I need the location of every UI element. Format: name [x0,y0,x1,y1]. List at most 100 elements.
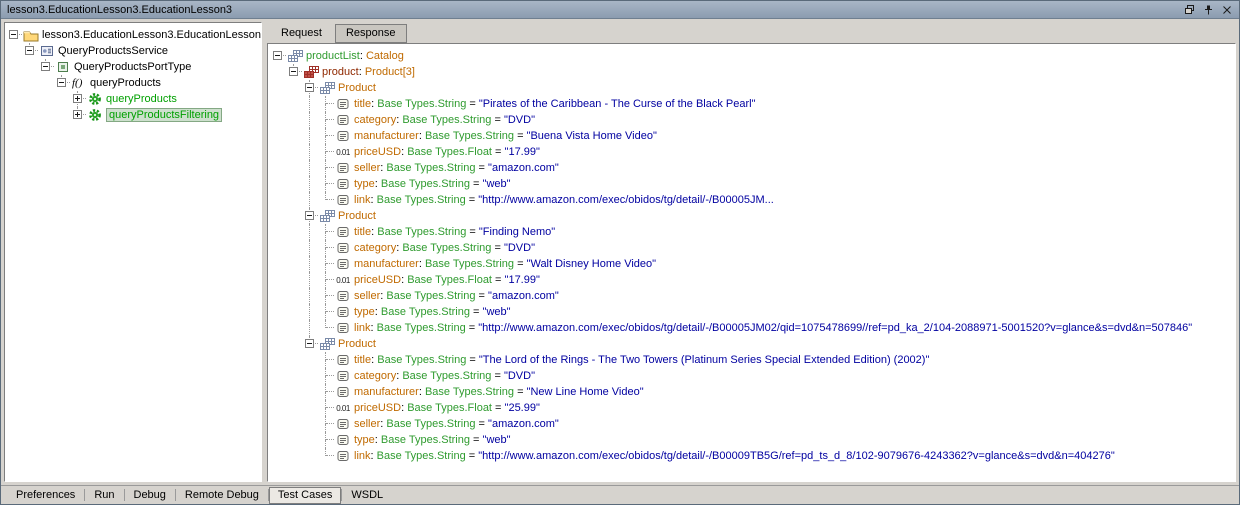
label: = [475,418,489,430]
window-title: lesson3.EducationLesson3.EducationLesson… [7,3,233,16]
tree-guide [270,208,286,224]
tree-guide [302,288,318,304]
tree-guide [302,416,318,432]
node-field-category[interactable]: category: Base Types.String = "DVD" [270,240,1233,256]
expander-minus-icon[interactable] [54,75,70,91]
label: lesson3.EducationLesson3.EducationLesson… [42,29,262,41]
window-float-icon[interactable] [1181,3,1197,17]
label: Base Types.String [377,98,467,110]
string-field-icon [334,160,352,176]
tree-guide [318,176,334,192]
tree-guide [270,64,286,80]
expander-minus-icon[interactable] [302,336,318,352]
tree-guide [270,176,286,192]
node-product-array[interactable]: product: Product[3] [270,64,1233,80]
pin-icon[interactable] [1200,3,1216,17]
tree-item-lesson3-educationlesson3-educationlesson3[interactable]: lesson3.EducationLesson3.EducationLesson… [6,27,262,43]
close-icon[interactable] [1219,3,1235,17]
node-field-category[interactable]: category: Base Types.String = "DVD" [270,368,1233,384]
node-field-manufacturer[interactable]: manufacturer: Base Types.String = "Walt … [270,256,1233,272]
string-field-icon [334,368,352,384]
node-product-2[interactable]: Product [270,208,1233,224]
tree-item-queryproductsporttype[interactable]: QueryProductsPortType [6,59,260,75]
node-field-type[interactable]: type: Base Types.String = "web" [270,432,1233,448]
tree-item-queryproductsservice[interactable]: QueryProductsService [6,43,260,59]
node-field-priceUSD[interactable]: 0.01 priceUSD: Base Types.Float = "25.99" [270,400,1233,416]
label: = [475,290,489,302]
node-field-seller[interactable]: seller: Base Types.String = "amazon.com" [270,288,1233,304]
response-panel: productList: Catalog product: Product[3] P… [267,43,1236,482]
label: Base Types.String [380,306,470,318]
tree-guide [270,336,286,352]
app-window: lesson3.EducationLesson3.EducationLesson… [0,0,1240,505]
label: Base Types.String [424,130,515,142]
node-field-priceUSD[interactable]: 0.01 priceUSD: Base Types.Float = "17.99" [270,272,1233,288]
expander-minus-icon[interactable] [6,27,22,43]
tree-item-queryproducts[interactable]: queryProducts [6,91,260,107]
product-icon [318,208,336,224]
label: title [354,98,372,110]
node-field-title[interactable]: title: Base Types.String = "Pirates of t… [270,96,1233,112]
node-field-priceUSD[interactable]: 0.01 priceUSD: Base Types.Float = "17.99" [270,144,1233,160]
tab-preferences[interactable]: Preferences [7,487,84,504]
label: Product [338,338,376,350]
tab-remote-debug[interactable]: Remote Debug [176,487,268,504]
expander-plus-icon[interactable] [70,107,86,123]
tab-response[interactable]: Response [334,24,407,43]
expander-minus-icon[interactable] [22,43,38,59]
label: type [354,434,375,446]
tab-request[interactable]: Request [270,24,333,43]
label: = [492,146,505,158]
tree-guide [270,352,286,368]
tree-guide [270,96,286,112]
node-field-seller[interactable]: seller: Base Types.String = "amazon.com" [270,416,1233,432]
expander-minus-icon[interactable] [270,48,286,64]
expander-minus-icon[interactable] [38,59,54,75]
node-field-manufacturer[interactable]: manufacturer: Base Types.String = "New L… [270,384,1233,400]
node-field-title[interactable]: title: Base Types.String = "Finding Nemo… [270,224,1233,240]
string-field-icon [334,416,352,432]
label: seller [354,418,381,430]
tree-guide [318,400,334,416]
label: seller [354,290,381,302]
node-field-category[interactable]: category: Base Types.String = "DVD" [270,112,1233,128]
node-product-3[interactable]: Product [270,336,1233,352]
tree-guide [22,75,38,91]
node-field-link[interactable]: link: Base Types.String = "http://www.am… [270,448,1233,464]
expander-plus-icon[interactable] [70,91,86,107]
label: Base Types.String [380,434,470,446]
float-field-icon: 0.01 [336,403,350,413]
tree-guide [6,91,22,107]
tab-debug[interactable]: Debug [125,487,175,504]
tree-guide [318,192,334,208]
node-field-link[interactable]: link: Base Types.String = "http://www.am… [270,320,1233,336]
node-field-type[interactable]: type: Base Types.String = "web" [270,176,1233,192]
node-field-title[interactable]: title: Base Types.String = "The Lord of … [270,352,1233,368]
tree-guide [270,368,286,384]
node-field-manufacturer[interactable]: manufacturer: Base Types.String = "Buena… [270,128,1233,144]
tree-guide [22,91,38,107]
expander-minus-icon[interactable] [302,80,318,96]
node-productlist[interactable]: productList: Catalog [270,48,1233,64]
tab-run[interactable]: Run [85,487,123,504]
tab-test-cases[interactable]: Test Cases [268,486,342,504]
label: link [354,194,371,206]
label: = [465,450,479,462]
label: Base Types.String [376,322,466,334]
label: priceUSD [354,146,402,158]
tree-guide [302,384,318,400]
tree-guide [318,144,334,160]
expander-minus-icon[interactable] [286,64,302,80]
node-product-1[interactable]: Product [270,80,1233,96]
label: manufacturer [354,130,419,142]
node-field-seller[interactable]: seller: Base Types.String = "amazon.com" [270,160,1233,176]
tree-item-queryproductsfiltering[interactable]: queryProductsFiltering [6,107,260,123]
tree-guide [302,272,318,288]
tree-item-queryproducts[interactable]: f() queryProducts [6,75,260,91]
node-field-type[interactable]: type: Base Types.String = "web" [270,304,1233,320]
node-field-link[interactable]: link: Base Types.String = "http://www.am… [270,192,1233,208]
expander-minus-icon[interactable] [302,208,318,224]
tab-wsdl[interactable]: WSDL [342,487,392,504]
tree-guide [302,320,318,336]
label: = [491,114,504,126]
